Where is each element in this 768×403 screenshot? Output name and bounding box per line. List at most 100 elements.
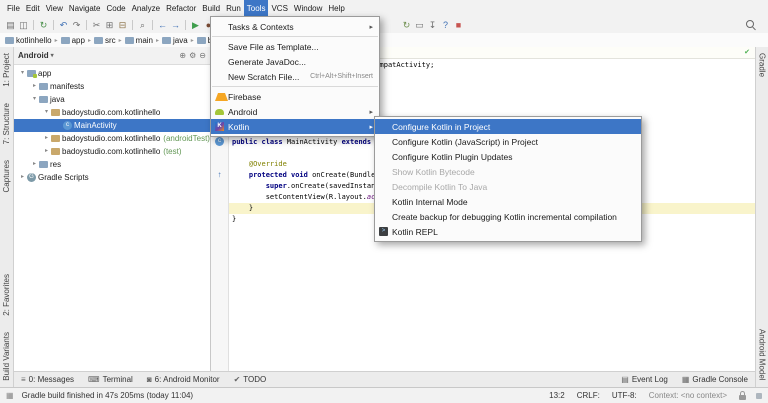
settings-gear-icon[interactable]: ⚙	[189, 51, 196, 60]
tree-item-mainactivity[interactable]: cMainActivity	[14, 119, 210, 132]
tree-item-badoystudio-com-kotlinhello[interactable]: ▾badoystudio.com.kotlinhello	[14, 106, 210, 119]
find-icon[interactable]: ⌕	[137, 17, 149, 33]
expanded-arrow-icon[interactable]: ▾	[30, 93, 39, 106]
caret-position-indicator[interactable]: 13:2	[549, 391, 565, 400]
folder-icon	[39, 161, 48, 168]
tool-button-0-messages[interactable]: ≡0: Messages	[14, 375, 81, 384]
stop-icon[interactable]: ■	[453, 17, 465, 33]
menu-window[interactable]: Window	[291, 0, 325, 17]
project-view-selector[interactable]: Android ▾	[18, 51, 54, 60]
redo-icon[interactable]: ↷	[71, 17, 83, 33]
collapsed-arrow-icon[interactable]: ▸	[18, 171, 27, 184]
sync-icon[interactable]: ↻	[38, 17, 50, 33]
breadcrumb-item-app[interactable]: app	[60, 36, 86, 45]
breadcrumb-item-main[interactable]: main	[124, 36, 154, 45]
menu-file[interactable]: File	[4, 0, 23, 17]
status-message[interactable]: Gradle build finished in 47s 205ms (toda…	[22, 391, 194, 400]
context-indicator[interactable]: Context: <no context>	[649, 391, 727, 400]
tool-button-gradle[interactable]: Gradle	[758, 53, 767, 77]
breadcrumb-item-kotlinhello[interactable]: kotlinhello	[4, 36, 53, 45]
tool-button-2-favorites[interactable]: 2: Favorites	[2, 274, 11, 316]
tool-button-6-android-monitor[interactable]: ◙6: Android Monitor	[140, 375, 227, 384]
tree-item-res[interactable]: ▸res	[14, 158, 210, 171]
tool-button-terminal[interactable]: ⌨Terminal	[81, 375, 140, 384]
menu-item-generate-javadoc[interactable]: Generate JavaDoc...	[211, 54, 379, 69]
line-ending-indicator[interactable]: CRLF:	[577, 391, 600, 400]
tree-item-badoystudio-com-kotlinhello-test[interactable]: ▸badoystudio.com.kotlinhello(test)	[14, 145, 210, 158]
tree-item-java[interactable]: ▾java	[14, 93, 210, 106]
menu-code[interactable]: Code	[103, 0, 128, 17]
gradle-console-icon: ▦	[682, 375, 690, 384]
tree-item-app[interactable]: ▾app	[14, 67, 210, 80]
menu-item-kotlin[interactable]: KKotlin▸	[211, 119, 379, 134]
lock-icon[interactable]	[739, 395, 746, 400]
open-icon[interactable]: ▤	[5, 17, 17, 33]
menu-refactor[interactable]: Refactor	[163, 0, 199, 17]
expanded-arrow-icon[interactable]: ▾	[18, 67, 27, 80]
menu-help[interactable]: Help	[325, 0, 347, 17]
sdk-manager-icon[interactable]: ↧	[427, 17, 439, 33]
tree-item-gradle-scripts[interactable]: ▸GGradle Scripts	[14, 171, 210, 184]
encoding-indicator[interactable]: UTF-8:	[612, 391, 637, 400]
menu-edit[interactable]: Edit	[23, 0, 43, 17]
menu-item-firebase[interactable]: Firebase	[211, 89, 379, 104]
menu-tools[interactable]: Tools	[244, 0, 269, 17]
menu-item-configure-kotlin-javascript-in-project[interactable]: Configure Kotlin (JavaScript) in Project	[375, 134, 641, 149]
collapsed-arrow-icon[interactable]: ▸	[42, 145, 51, 158]
menu-item-save-file-as-template[interactable]: Save File as Template...	[211, 39, 379, 54]
paste-icon[interactable]: ⊟	[117, 17, 129, 33]
submenu-arrow-icon: ▸	[369, 108, 373, 116]
menu-item-new-scratch-file[interactable]: New Scratch File...Ctrl+Alt+Shift+Insert	[211, 69, 379, 84]
tool-button-todo[interactable]: ✔TODO	[227, 375, 274, 384]
tool-button-android-model[interactable]: Android Model	[758, 329, 767, 381]
collapsed-arrow-icon[interactable]: ▸	[30, 80, 39, 93]
folder-icon	[5, 37, 14, 44]
inspection-status-icon[interactable]: ✔	[744, 48, 750, 56]
menu-run[interactable]: Run	[223, 0, 244, 17]
menu-item-label: Create backup for debugging Kotlin incre…	[392, 212, 617, 222]
run-icon[interactable]: ▶	[190, 17, 202, 33]
hide-panel-icon[interactable]: ⊖	[199, 51, 206, 60]
tool-button-event-log[interactable]: ▤Event Log	[614, 375, 675, 384]
breadcrumb-item-java[interactable]: java	[161, 36, 189, 45]
override-gutter-icon[interactable]: ↑	[215, 170, 224, 179]
avd-manager-icon[interactable]: ▭	[414, 17, 426, 33]
save-all-icon[interactable]: ◫	[18, 17, 30, 33]
toolbar-left-icons: ▤◫↻↶↷✂⊞⊟⌕←→▶●	[4, 17, 215, 33]
tool-button-gradle-console[interactable]: ▦Gradle Console	[675, 375, 755, 384]
menu-navigate[interactable]: Navigate	[66, 0, 104, 17]
tool-button-build-variants[interactable]: Build Variants	[2, 332, 11, 381]
highlighting-level-icon[interactable]	[756, 393, 762, 399]
tool-button-1-project[interactable]: 1: Project	[2, 53, 11, 87]
menu-item-android[interactable]: Android▸	[211, 104, 379, 119]
forward-icon[interactable]: →	[170, 17, 182, 33]
menu-item-kotlin-repl[interactable]: >Kotlin REPL	[375, 224, 641, 239]
collapsed-arrow-icon[interactable]: ▸	[42, 132, 51, 145]
expanded-arrow-icon[interactable]: ▾	[42, 106, 51, 119]
collapsed-arrow-icon[interactable]: ▸	[30, 158, 39, 171]
copy-icon[interactable]: ⊞	[104, 17, 116, 33]
menu-vcs[interactable]: VCS	[268, 0, 290, 17]
cut-icon[interactable]: ✂	[91, 17, 103, 33]
back-icon[interactable]: ←	[157, 17, 169, 33]
menu-item-configure-kotlin-plugin-updates[interactable]: Configure Kotlin Plugin Updates	[375, 149, 641, 164]
tool-button-captures[interactable]: Captures	[2, 160, 11, 192]
tree-item-badoystudio-com-kotlinhello-androidtest[interactable]: ▸badoystudio.com.kotlinhello(androidTest…	[14, 132, 210, 145]
breadcrumb-item-src[interactable]: src	[93, 36, 117, 45]
help-icon[interactable]: ?	[440, 17, 452, 33]
search-icon[interactable]	[746, 20, 756, 30]
menu-item-tasks-contexts[interactable]: Tasks & Contexts▸	[211, 19, 379, 34]
tool-button-7-structure[interactable]: 7: Structure	[2, 103, 11, 144]
tree-item-manifests[interactable]: ▸manifests	[14, 80, 210, 93]
menu-item-configure-kotlin-in-project[interactable]: Configure Kotlin in Project	[375, 119, 641, 134]
menu-item-create-backup-for-debugging-kotlin-incremental-compilation[interactable]: Create backup for debugging Kotlin incre…	[375, 209, 641, 224]
toolwindow-toggle-icon[interactable]: ▦	[6, 391, 14, 400]
collapse-all-icon[interactable]: ⊕	[179, 51, 186, 60]
menu-analyze[interactable]: Analyze	[129, 0, 163, 17]
menu-view[interactable]: View	[43, 0, 66, 17]
gradle-sync-icon[interactable]: ↻	[401, 17, 413, 33]
undo-icon[interactable]: ↶	[58, 17, 70, 33]
menu-build[interactable]: Build	[199, 0, 223, 17]
class-gutter-icon[interactable]: c	[215, 137, 224, 146]
menu-item-kotlin-internal-mode[interactable]: Kotlin Internal Mode	[375, 194, 641, 209]
